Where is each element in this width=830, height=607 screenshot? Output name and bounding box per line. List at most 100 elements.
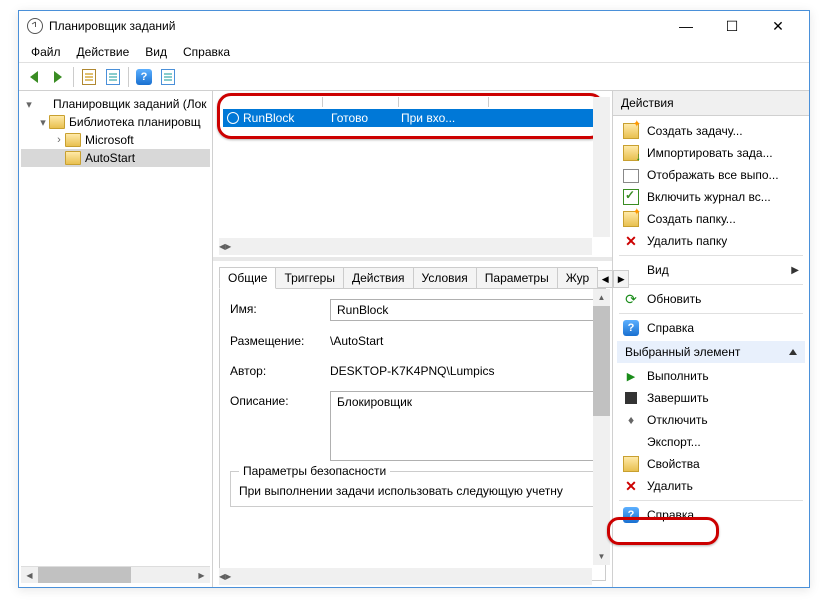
- scroll-right-button[interactable]: ▶: [193, 567, 210, 583]
- toolbar-help-button[interactable]: ?: [133, 66, 155, 88]
- menu-view[interactable]: Вид: [137, 43, 175, 61]
- tree-autostart[interactable]: AutoStart: [21, 149, 210, 167]
- description-field[interactable]: Блокировщик: [330, 391, 595, 461]
- description-label: Описание:: [230, 391, 330, 408]
- content-area: ▾ Планировщик заданий (Лок ▾ Библиотека …: [19, 91, 809, 587]
- expand-toggle[interactable]: ▾: [37, 116, 49, 129]
- action-delete-folder[interactable]: ✕ Удалить папку: [617, 230, 805, 252]
- disable-icon: ♦: [623, 412, 639, 428]
- tab-settings[interactable]: Параметры: [476, 267, 558, 288]
- tree-microsoft-label: Microsoft: [85, 133, 134, 147]
- app-icon: [27, 18, 43, 34]
- details-scroll-h[interactable]: ◀ ▶: [219, 568, 592, 585]
- create-task-icon: [623, 123, 639, 139]
- help-icon: ?: [623, 507, 639, 523]
- close-button[interactable]: ✕: [755, 11, 801, 41]
- expand-toggle[interactable]: ▾: [23, 98, 35, 111]
- action-help[interactable]: ? Справка: [617, 317, 805, 339]
- maximize-button[interactable]: ☐: [709, 11, 755, 41]
- task-list-scroll-h[interactable]: ◀ ▶: [219, 238, 592, 255]
- action-show-running[interactable]: Отображать все выпо...: [617, 164, 805, 186]
- minimize-button[interactable]: —: [663, 11, 709, 41]
- toolbar-btn-3[interactable]: [157, 66, 179, 88]
- scroll-down-button[interactable]: ▼: [593, 548, 610, 565]
- action-export[interactable]: Экспорт...: [617, 431, 805, 453]
- task-status: Готово: [331, 111, 401, 125]
- tab-general-content: Имя: RunBlock Размещение: \AutoStart Авт…: [219, 289, 606, 581]
- new-folder-icon: [623, 211, 639, 227]
- task-row-selected[interactable]: RunBlock Готово При вхо...: [223, 109, 602, 127]
- toolbar-btn-2[interactable]: [102, 66, 124, 88]
- menu-action[interactable]: Действие: [69, 43, 138, 61]
- action-delete[interactable]: ✕ Удалить: [617, 475, 805, 497]
- tree-root[interactable]: ▾ Планировщик заданий (Лок: [21, 95, 210, 113]
- enable-log-icon: [623, 189, 639, 205]
- task-list-scroll-v[interactable]: [593, 97, 610, 237]
- nav-back-button[interactable]: [23, 66, 45, 88]
- tab-history[interactable]: Жур: [557, 267, 598, 288]
- scroll-thumb[interactable]: [593, 306, 610, 416]
- tree-library[interactable]: ▾ Библиотека планировщ: [21, 113, 210, 131]
- scroll-left-button[interactable]: ◀: [21, 567, 38, 583]
- tree-pane: ▾ Планировщик заданий (Лок ▾ Библиотека …: [19, 91, 213, 587]
- toolbar-btn-1[interactable]: [78, 66, 100, 88]
- actions-separator: [619, 500, 803, 501]
- action-view[interactable]: Вид ▶: [617, 259, 805, 281]
- tab-triggers[interactable]: Триггеры: [275, 267, 344, 288]
- action-enable-log[interactable]: Включить журнал вс...: [617, 186, 805, 208]
- menu-file[interactable]: Файл: [23, 43, 69, 61]
- scroll-up-button[interactable]: ▲: [593, 289, 610, 306]
- help-icon: ?: [136, 69, 152, 85]
- expand-toggle[interactable]: ›: [53, 134, 65, 146]
- tree-scroll-horizontal[interactable]: ◀ ▶: [21, 566, 210, 583]
- author-label: Автор:: [230, 361, 330, 378]
- action-create-task[interactable]: Создать задачу...: [617, 120, 805, 142]
- tab-actions[interactable]: Действия: [343, 267, 414, 288]
- running-tasks-icon: [623, 167, 639, 183]
- action-help-2[interactable]: ? Справка: [617, 504, 805, 526]
- window-title: Планировщик заданий: [49, 19, 663, 33]
- tab-scroll-left[interactable]: ◀: [597, 270, 613, 288]
- selected-header-label: Выбранный элемент: [625, 345, 740, 359]
- toolbar-separator: [128, 67, 129, 87]
- arrow-left-icon: [30, 71, 38, 83]
- nav-forward-button[interactable]: [47, 66, 69, 88]
- actions-separator: [619, 313, 803, 314]
- tree-microsoft[interactable]: › Microsoft: [21, 131, 210, 149]
- tab-general[interactable]: Общие: [219, 267, 276, 289]
- run-icon: ▶: [623, 368, 639, 384]
- folder-icon: [65, 151, 81, 165]
- folder-icon: [49, 115, 65, 129]
- actions-pane-header: Действия: [613, 91, 809, 116]
- menubar: Файл Действие Вид Справка: [19, 41, 809, 63]
- action-end[interactable]: Завершить: [617, 387, 805, 409]
- details-pane: Общие Триггеры Действия Условия Параметр…: [213, 261, 612, 587]
- scroll-right-button[interactable]: ▶: [225, 568, 231, 585]
- refresh-icon: ⟳: [623, 291, 639, 307]
- tab-scroll-right[interactable]: ▶: [613, 270, 629, 288]
- action-run[interactable]: ▶ Выполнить: [617, 365, 805, 387]
- tree-root-label: Планировщик заданий (Лок: [53, 97, 207, 111]
- tab-conditions[interactable]: Условия: [413, 267, 477, 288]
- scroll-right-button[interactable]: ▶: [225, 238, 231, 255]
- action-refresh[interactable]: ⟳ Обновить: [617, 288, 805, 310]
- action-properties[interactable]: Свойства: [617, 453, 805, 475]
- selected-item-header: Выбранный элемент: [617, 341, 805, 363]
- action-disable[interactable]: ♦ Отключить: [617, 409, 805, 431]
- action-import-task[interactable]: Импортировать зада...: [617, 142, 805, 164]
- name-field[interactable]: RunBlock: [330, 299, 595, 321]
- task-trigger: При вхо...: [401, 111, 471, 125]
- tree-library-label: Библиотека планировщ: [69, 115, 201, 129]
- menu-help[interactable]: Справка: [175, 43, 238, 61]
- collapse-icon[interactable]: [789, 349, 797, 355]
- security-group: Параметры безопасности При выполнении за…: [230, 471, 595, 507]
- export-icon: [623, 434, 639, 450]
- folder-icon: [65, 133, 81, 147]
- center-pane: RunBlock Готово При вхо... ◀ ▶ Общие Три…: [213, 91, 613, 587]
- task-list-header: [223, 97, 602, 107]
- action-create-folder[interactable]: Создать папку...: [617, 208, 805, 230]
- delete-folder-icon: ✕: [623, 233, 639, 249]
- location-value: \AutoStart: [330, 331, 595, 351]
- details-scroll-v[interactable]: ▲ ▼: [593, 289, 610, 565]
- scroll-thumb[interactable]: [38, 567, 131, 583]
